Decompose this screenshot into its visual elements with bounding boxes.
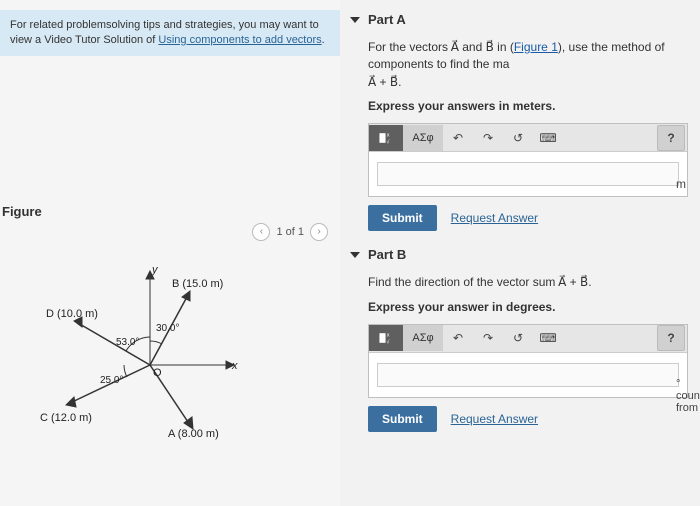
part-a-answer-box: x√ ΑΣφ ↶ ↷ ↺ ⌨ ? — [368, 123, 688, 197]
template-icon[interactable]: x√ — [369, 325, 403, 351]
part-b-instruction: Express your answer in degrees. — [368, 300, 690, 314]
part-a-submit-button[interactable]: Submit — [368, 205, 437, 231]
part-b-submit-button[interactable]: Submit — [368, 406, 437, 432]
vector-diagram: y x O B (15.0 m) 30.0° D (10.0 m) 53.0° … — [0, 245, 300, 445]
vector-d-label: D (10.0 m) — [46, 308, 98, 320]
part-b-answer-input[interactable] — [377, 363, 679, 387]
part-a-unit: m — [676, 177, 686, 191]
part-a-header[interactable]: Part A — [350, 12, 690, 27]
figure-link[interactable]: Figure 1 — [514, 40, 558, 54]
angle-d-label: 53.0° — [116, 337, 139, 348]
origin-label: O — [153, 367, 162, 379]
part-a-request-link[interactable]: Request Answer — [451, 211, 538, 225]
part-a-toolbar: x√ ΑΣφ ↶ ↷ ↺ ⌨ ? — [369, 124, 687, 152]
figure-next-button[interactable]: › — [310, 223, 328, 241]
undo-icon[interactable]: ↶ — [443, 125, 473, 151]
caret-down-icon — [350, 252, 360, 258]
template-icon[interactable]: x√ — [369, 125, 403, 151]
part-b-question: Find the direction of the vector sum A⃗ … — [368, 274, 690, 291]
svg-text:√: √ — [386, 338, 389, 345]
angle-c-label: 25.0° — [100, 375, 123, 386]
undo-icon[interactable]: ↶ — [443, 325, 473, 351]
part-b-submit-row: Submit Request Answer — [368, 406, 690, 432]
redo-icon[interactable]: ↷ — [473, 325, 503, 351]
tip-link[interactable]: Using components to add vectors — [158, 34, 321, 46]
svg-text:√: √ — [386, 138, 389, 145]
tip-box: For related problemsolving tips and stra… — [0, 10, 340, 56]
figure-nav-count: 1 of 1 — [276, 226, 304, 238]
reset-icon[interactable]: ↺ — [503, 325, 533, 351]
part-b-unit: ° counterclockwise from +x-axis — [676, 378, 700, 414]
vector-c-label: C (12.0 m) — [40, 412, 92, 424]
part-b-request-link[interactable]: Request Answer — [451, 412, 538, 426]
greek-button[interactable]: ΑΣφ — [403, 125, 443, 151]
help-button[interactable]: ? — [657, 125, 685, 151]
left-panel: For related problemsolving tips and stra… — [0, 0, 340, 506]
svg-text:x: x — [387, 132, 390, 138]
part-a-question: For the vectors A⃗ and B⃗ in (Figure 1),… — [368, 39, 690, 91]
part-b-toolbar: x√ ΑΣφ ↶ ↷ ↺ ⌨ ? — [369, 325, 687, 353]
greek-button[interactable]: ΑΣφ — [403, 325, 443, 351]
vector-b-label: B (15.0 m) — [172, 278, 223, 290]
angle-b-label: 30.0° — [156, 323, 179, 334]
keyboard-icon[interactable]: ⌨ — [533, 325, 563, 351]
part-a-title: Part A — [368, 12, 406, 27]
figure-prev-button[interactable]: ‹ — [252, 223, 270, 241]
right-panel: Part A For the vectors A⃗ and B⃗ in (Fig… — [340, 0, 700, 506]
x-axis-label: x — [231, 360, 238, 372]
part-b-title: Part B — [368, 247, 406, 262]
figure-heading: Figure — [0, 204, 340, 219]
redo-icon[interactable]: ↷ — [473, 125, 503, 151]
part-a-instruction: Express your answers in meters. — [368, 99, 690, 113]
figure-nav: ‹ 1 of 1 › — [0, 219, 340, 241]
caret-down-icon — [350, 17, 360, 23]
svg-text:x: x — [387, 332, 390, 338]
help-button[interactable]: ? — [657, 325, 685, 351]
part-a-submit-row: Submit Request Answer — [368, 205, 690, 231]
y-axis-label: y — [151, 264, 159, 276]
part-a-answer-input[interactable] — [377, 162, 679, 186]
figure-canvas: y x O B (15.0 m) 30.0° D (10.0 m) 53.0° … — [0, 245, 340, 506]
vector-a-label: A (8.00 m) — [168, 428, 219, 440]
keyboard-icon[interactable]: ⌨ — [533, 125, 563, 151]
part-b-answer-box: x√ ΑΣφ ↶ ↷ ↺ ⌨ ? — [368, 324, 688, 398]
part-b-header[interactable]: Part B — [350, 247, 690, 262]
tip-text-suffix: . — [322, 34, 325, 46]
reset-icon[interactable]: ↺ — [503, 125, 533, 151]
